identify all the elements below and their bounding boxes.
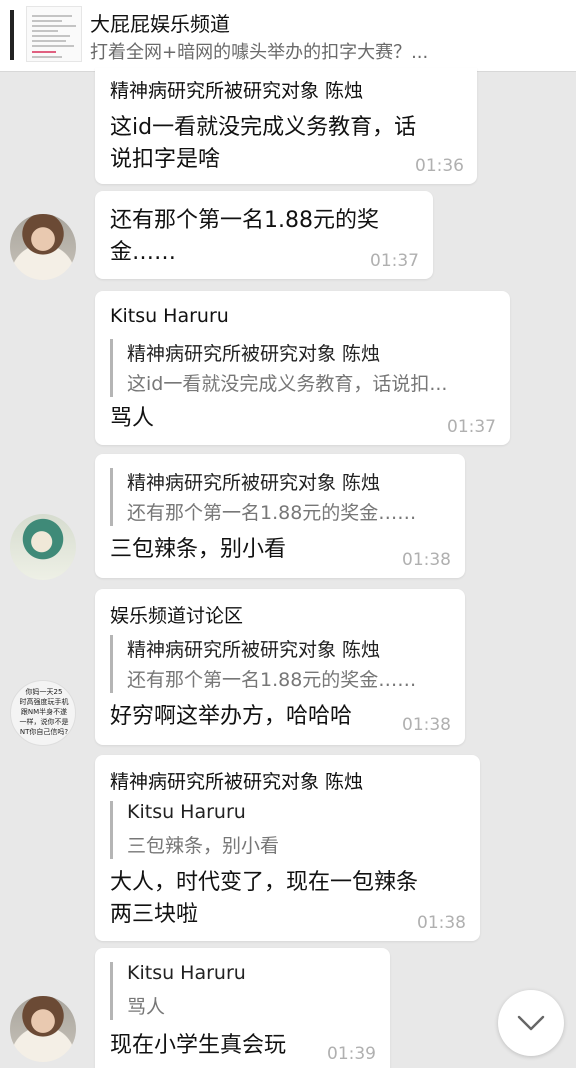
message-time: 01:38: [417, 913, 466, 933]
message-bubble[interactable]: 还有那个第一名1.88元的奖 金…… 01:37: [95, 191, 433, 279]
message-text-line: 说扣字是啥: [110, 147, 221, 172]
quote-author: Kitsu Haruru: [127, 962, 246, 984]
message-bubble[interactable]: 精神病研究所被研究对象 陈烛 还有那个第一名1.88元的奖金…… 三包辣条，别小…: [95, 454, 465, 578]
message-text-line: 这id一看就没完成义务教育，话: [110, 115, 417, 140]
message-text: 骂人: [110, 406, 155, 431]
chevron-down-icon: [517, 1015, 545, 1031]
user-avatar[interactable]: [10, 996, 76, 1062]
message-sender[interactable]: 精神病研究所被研究对象 陈烛: [110, 76, 363, 103]
message-bubble[interactable]: Kitsu Haruru 精神病研究所被研究对象 陈烛 这id一看就没完成义务教…: [95, 291, 510, 445]
quote-author: 精神病研究所被研究对象 陈烛: [127, 639, 381, 661]
reply-quote[interactable]: Kitsu Haruru 骂人: [110, 962, 380, 1020]
message-sender[interactable]: Kitsu Haruru: [110, 305, 229, 327]
message-text: 三包辣条，别小看: [110, 537, 287, 562]
quote-text: 骂人: [127, 996, 166, 1018]
message-text: 现在小学生真会玩: [110, 1033, 287, 1058]
reply-quote[interactable]: Kitsu Haruru 三包辣条，别小看: [110, 801, 470, 859]
chat-header: 大屁屁娱乐频道 打着全网+暗网的噱头举办的扣字大赛？...: [0, 0, 576, 72]
message-bubble[interactable]: 精神病研究所被研究对象 陈烛 这id一看就没完成义务教育，话 说扣字是啥 01:…: [95, 68, 477, 184]
message-sender[interactable]: 娱乐频道讨论区: [110, 601, 243, 628]
message-time: 01:39: [327, 1044, 376, 1064]
message-time: 01:38: [402, 715, 451, 735]
quote-text: 还有那个第一名1.88元的奖金……: [127, 502, 417, 524]
user-avatar[interactable]: [10, 514, 76, 580]
message-bubble[interactable]: Kitsu Haruru 骂人 现在小学生真会玩 01:39: [95, 948, 390, 1068]
message-time: 01:37: [370, 251, 419, 271]
quote-author: 精神病研究所被研究对象 陈烛: [127, 472, 381, 494]
scroll-to-bottom-button[interactable]: [498, 990, 564, 1056]
message-text: 好穷啊这举办方，哈哈哈: [110, 704, 353, 729]
message-text-line: 两三块啦: [110, 902, 199, 927]
channel-title: 大屁屁娱乐频道: [90, 12, 230, 36]
user-avatar[interactable]: 你妈一天25 时高强度玩手机 跟NM半身不遂 一样，说你不是 NT你自己信吗?: [10, 680, 76, 746]
user-avatar[interactable]: [10, 214, 76, 280]
message-text-line: 大人，时代变了，现在一包辣条: [110, 870, 419, 895]
channel-subtitle: 打着全网+暗网的噱头举办的扣字大赛？...: [90, 42, 429, 63]
message-time: 01:38: [402, 550, 451, 570]
back-indicator[interactable]: [10, 10, 14, 60]
message-text-line: 还有那个第一名1.88元的奖: [110, 208, 379, 233]
quote-text: 这id一看就没完成义务教育，话说扣...: [127, 373, 448, 395]
quote-author: Kitsu Haruru: [127, 801, 246, 823]
message-bubble[interactable]: 娱乐频道讨论区 精神病研究所被研究对象 陈烛 还有那个第一名1.88元的奖金………: [95, 589, 465, 745]
message-bubble[interactable]: 精神病研究所被研究对象 陈烛 Kitsu Haruru 三包辣条，别小看 大人，…: [95, 755, 480, 941]
channel-avatar[interactable]: [26, 6, 82, 62]
message-text-line: 金……: [110, 240, 177, 265]
reply-quote[interactable]: 精神病研究所被研究对象 陈烛 这id一看就没完成义务教育，话说扣...: [110, 339, 498, 397]
quote-text: 还有那个第一名1.88元的奖金……: [127, 669, 417, 691]
quote-text: 三包辣条，别小看: [127, 835, 280, 857]
message-sender[interactable]: 精神病研究所被研究对象 陈烛: [110, 767, 363, 794]
message-time: 01:37: [447, 417, 496, 437]
reply-quote[interactable]: 精神病研究所被研究对象 陈烛 还有那个第一名1.88元的奖金……: [110, 468, 455, 526]
quote-author: 精神病研究所被研究对象 陈烛: [127, 343, 381, 365]
message-time: 01:36: [415, 156, 464, 176]
reply-quote[interactable]: 精神病研究所被研究对象 陈烛 还有那个第一名1.88元的奖金……: [110, 635, 455, 693]
